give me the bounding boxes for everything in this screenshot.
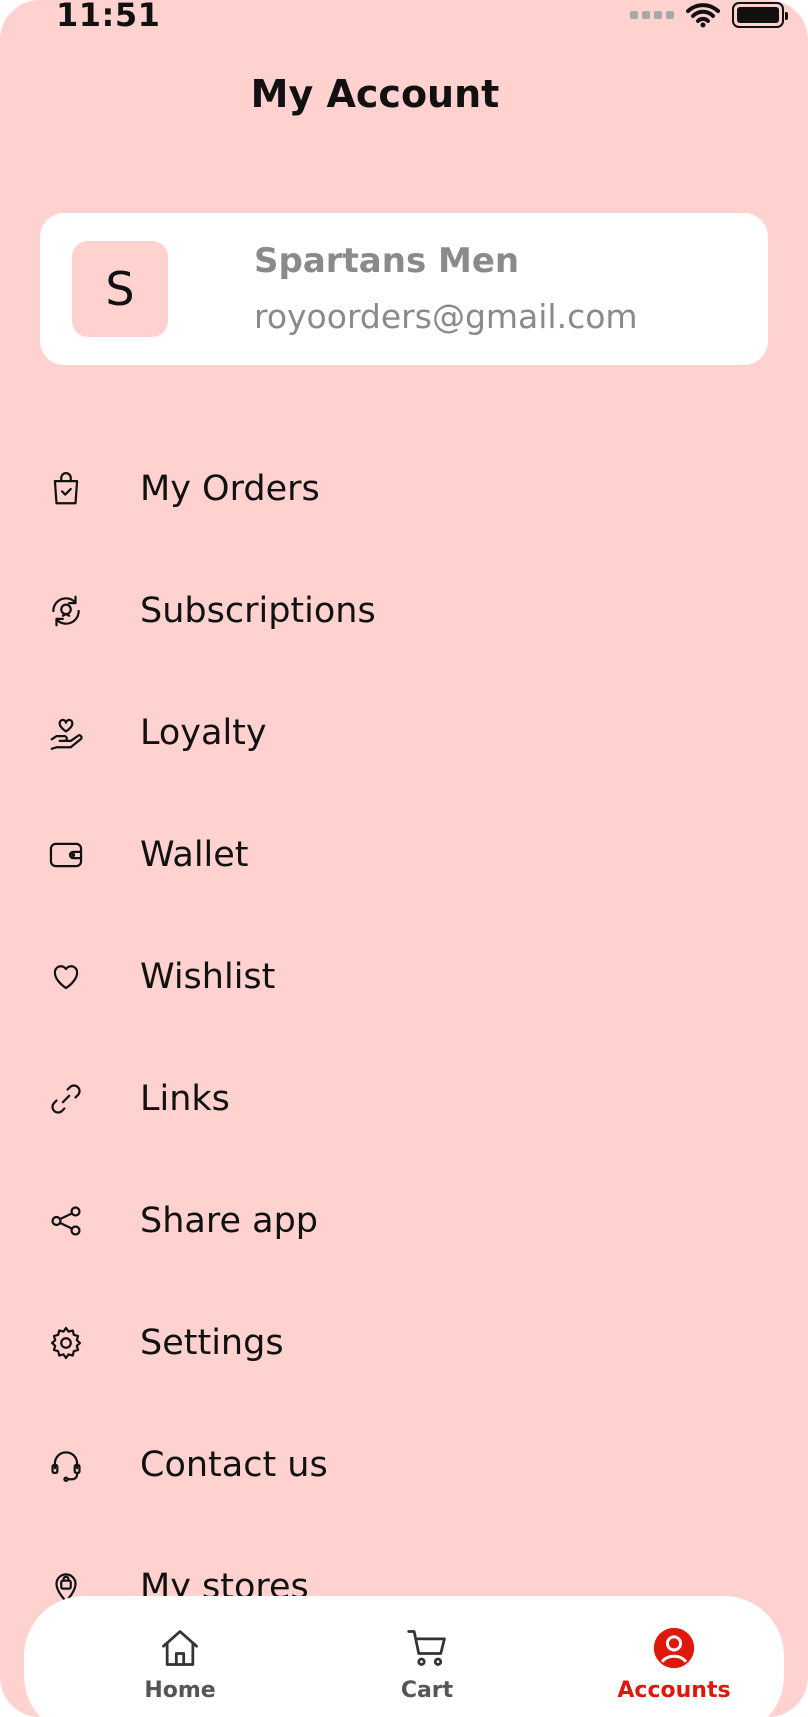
cart-icon <box>407 1630 446 1666</box>
bottom-nav: Home Cart Accounts <box>24 1596 784 1717</box>
profile-name: Spartans Men <box>254 241 520 281</box>
wallet-icon <box>46 835 86 875</box>
gear-icon <box>46 1323 86 1363</box>
avatar: S <box>72 241 168 337</box>
page-title: My Account <box>250 72 500 116</box>
headset-icon <box>46 1445 86 1485</box>
menu-item-label: My Orders <box>140 469 320 509</box>
nav-label: Home <box>144 1678 216 1703</box>
menu-item-label: Loyalty <box>140 713 267 753</box>
cellular-signal-icon <box>630 11 674 19</box>
menu-item-label: Share app <box>140 1201 319 1241</box>
nav-label: Cart <box>400 1678 454 1703</box>
nav-label: Accounts <box>617 1678 731 1703</box>
menu-item-label: Subscriptions <box>140 591 376 631</box>
menu-item-subscriptions[interactable]: Subscriptions <box>0 550 808 672</box>
hand-heart-icon <box>46 713 86 753</box>
account-menu: My Orders Subscriptions Loyalty Wallet W… <box>0 428 808 1648</box>
profile-card[interactable]: S Spartans Men royoorders@gmail.com <box>40 213 768 365</box>
link-icon <box>46 1079 86 1119</box>
menu-item-wishlist[interactable]: Wishlist <box>0 916 808 1038</box>
menu-item-label: Wishlist <box>140 957 276 997</box>
menu-item-label: Contact us <box>140 1445 328 1485</box>
heart-icon <box>46 957 86 997</box>
account-screen: 11:51 My Account S Spartans Men royoorde… <box>0 0 808 1717</box>
status-icons <box>630 0 788 30</box>
menu-item-my-orders[interactable]: My Orders <box>0 428 808 550</box>
menu-item-wallet[interactable]: Wallet <box>0 794 808 916</box>
share-icon <box>46 1201 86 1241</box>
menu-item-label: Settings <box>140 1323 284 1363</box>
account-icon <box>653 1627 695 1669</box>
profile-email: royoorders@gmail.com <box>254 297 638 336</box>
nav-home[interactable]: Home <box>100 1626 260 1703</box>
nav-accounts[interactable]: Accounts <box>594 1626 754 1703</box>
menu-item-links[interactable]: Links <box>0 1038 808 1160</box>
menu-item-contact-us[interactable]: Contact us <box>0 1404 808 1526</box>
menu-item-label: Links <box>140 1079 230 1119</box>
battery-icon <box>732 2 788 28</box>
home-icon <box>162 1630 198 1666</box>
status-bar: 11:51 <box>0 0 808 36</box>
menu-item-settings[interactable]: Settings <box>0 1282 808 1404</box>
menu-item-loyalty[interactable]: Loyalty <box>0 672 808 794</box>
shopping-bag-icon <box>46 469 86 509</box>
wifi-icon <box>686 3 720 28</box>
menu-item-label: Wallet <box>140 835 249 875</box>
menu-item-share-app[interactable]: Share app <box>0 1160 808 1282</box>
nav-cart[interactable]: Cart <box>347 1626 507 1703</box>
subscription-icon <box>46 591 86 631</box>
status-time: 11:51 <box>56 0 161 34</box>
